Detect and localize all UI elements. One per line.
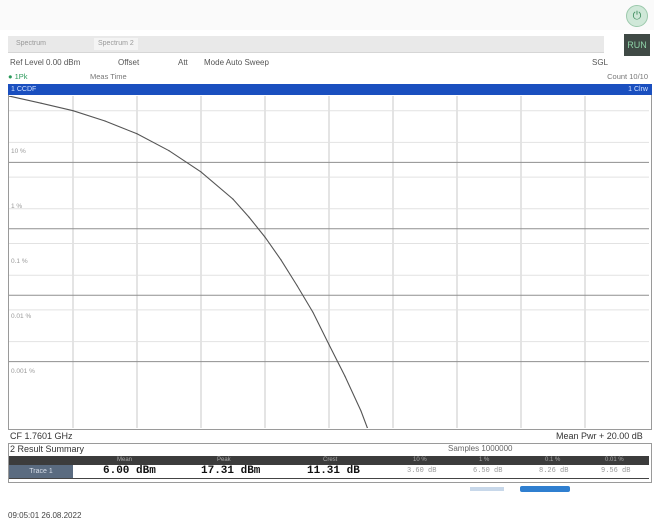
y-tick-label: 1 % [11,203,23,210]
trace-point [296,284,298,287]
y-tick-label: 10 % [11,148,26,155]
trace-point [280,259,282,261]
header-1pct: 1 % [479,457,490,463]
p1-value: 6.50 dB [473,467,503,475]
result-header-row: Mean Peak Crest 10 % 1 % 0.1 % 0.01 % [9,456,649,465]
trace-point [328,344,330,346]
header-crest: Crest [323,457,338,463]
trace-chip[interactable]: Trace 1 [9,465,73,478]
peak-value: 17.31 dBm [201,465,261,477]
header-0-01pct: 0.01 % [605,457,624,463]
power-icon[interactable]: ⏻ [626,5,648,27]
trace-point [248,216,250,218]
trace-point [344,375,346,377]
ccdf-plot [9,96,649,428]
header-peak: Peak [217,457,231,463]
tab-spectrum-2[interactable]: Spectrum 2 [94,38,138,50]
trace-point [200,171,202,173]
diagram-title-bar: 1 CCDF 1 Clrw [8,84,652,95]
ccdf-trace [9,96,368,428]
title-strip [0,0,654,30]
p001-value: 9.56 dB [601,467,631,475]
trace-point [360,410,362,412]
run-button[interactable]: RUN [624,34,650,56]
result-row: Trace 1 6.00 dBm 17.31 dBm 11.31 dB 3.60… [9,465,649,479]
header-mean: Mean [117,457,133,463]
trace-point [232,198,234,200]
scrollbar-track[interactable] [470,487,504,491]
p01-value: 8.26 dB [539,467,569,475]
count-label: Count 10/10 [607,72,648,81]
measurement-row: ● 1Pk Meas Time Count 10/10 [8,71,648,83]
trace-point [312,311,314,314]
trace-point [72,110,74,112]
meas-time-label: Meas Time [90,72,127,81]
ref-level-label: Ref Level 0.00 dBm [10,58,81,67]
mean-power-label: Mean Pwr + 20.00 dB [556,431,643,441]
att-label: Att [178,58,188,67]
scrollbar-thumb[interactable] [520,486,570,492]
sweep-mode-label: Mode Auto Sweep [204,58,269,67]
y-tick-label: 0.001 % [11,368,35,375]
y-tick-label: 0.1 % [11,258,28,265]
offset-label: Offset [118,58,140,67]
trace-point [136,133,138,135]
settings-row: Ref Level 0.00 dBm Offset Att Mode Auto … [8,56,648,69]
sgl-label: SGL [591,58,608,67]
p10-value: 3.60 dB [407,467,437,475]
trace-point [104,120,106,122]
trace-point [264,236,266,238]
trace-indicator: 1 Clrw [628,86,648,93]
center-frequency: CF 1.7601 GHz [10,431,73,441]
samples-label: Samples 1000000 [448,444,513,453]
header-0-1pct: 0.1 % [545,457,561,463]
tab-bar: Spectrum Spectrum 2 [8,36,604,53]
result-summary-title: 2 Result Summary [10,444,85,454]
timestamp: 09:05:01 26.08.2022 [8,511,82,520]
mean-value: 6.00 dBm [103,465,156,477]
crest-value: 11.31 dB [307,465,360,477]
trace-point [40,102,42,104]
trace-mode-label: ● 1Pk [8,72,28,81]
header-10pct: 10 % [413,457,427,463]
y-tick-label: 0.01 % [11,313,32,320]
trace-point [168,150,170,152]
tab-spectrum[interactable]: Spectrum [12,38,50,50]
diagram-title: 1 CCDF [11,86,37,93]
